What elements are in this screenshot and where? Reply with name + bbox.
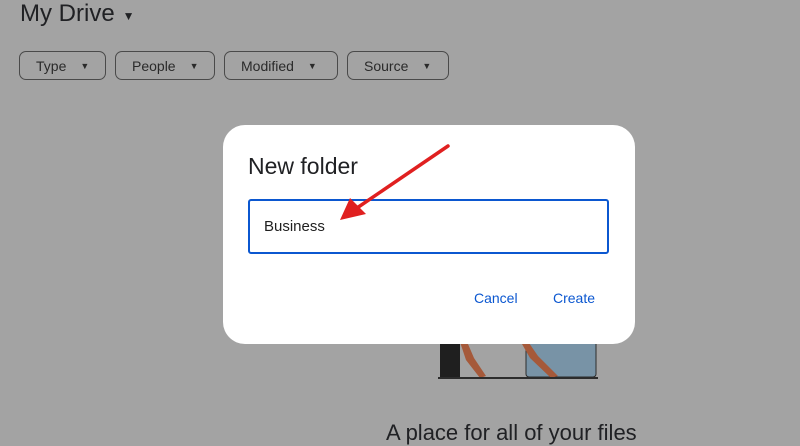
annotation-arrow-icon <box>340 144 450 220</box>
page-title[interactable]: My Drive ▼ <box>20 0 135 29</box>
chevron-down-icon: ▼ <box>189 60 199 71</box>
filter-source-chip[interactable]: Source ▼ <box>347 51 449 80</box>
filter-label: Type <box>36 57 67 74</box>
chevron-down-icon: ▼ <box>422 60 432 71</box>
filter-label: Modified <box>241 57 294 74</box>
filter-type-chip[interactable]: Type ▼ <box>19 51 106 80</box>
create-button[interactable]: Create <box>553 290 595 306</box>
filter-label: People <box>132 57 176 74</box>
chevron-down-icon: ▼ <box>307 60 317 71</box>
caret-down-icon: ▼ <box>122 8 135 23</box>
cancel-button[interactable]: Cancel <box>474 290 518 306</box>
filter-modified-chip[interactable]: Modified ▼ <box>224 51 338 80</box>
filter-label: Source <box>364 57 409 74</box>
filter-people-chip[interactable]: People ▼ <box>115 51 215 80</box>
empty-state-headline: A place for all of your files <box>386 420 637 445</box>
chevron-down-icon: ▼ <box>80 60 90 71</box>
filter-bar: Type ▼ People ▼ Modified ▼ Source ▼ <box>19 51 449 80</box>
page-title-text: My Drive <box>20 0 115 27</box>
